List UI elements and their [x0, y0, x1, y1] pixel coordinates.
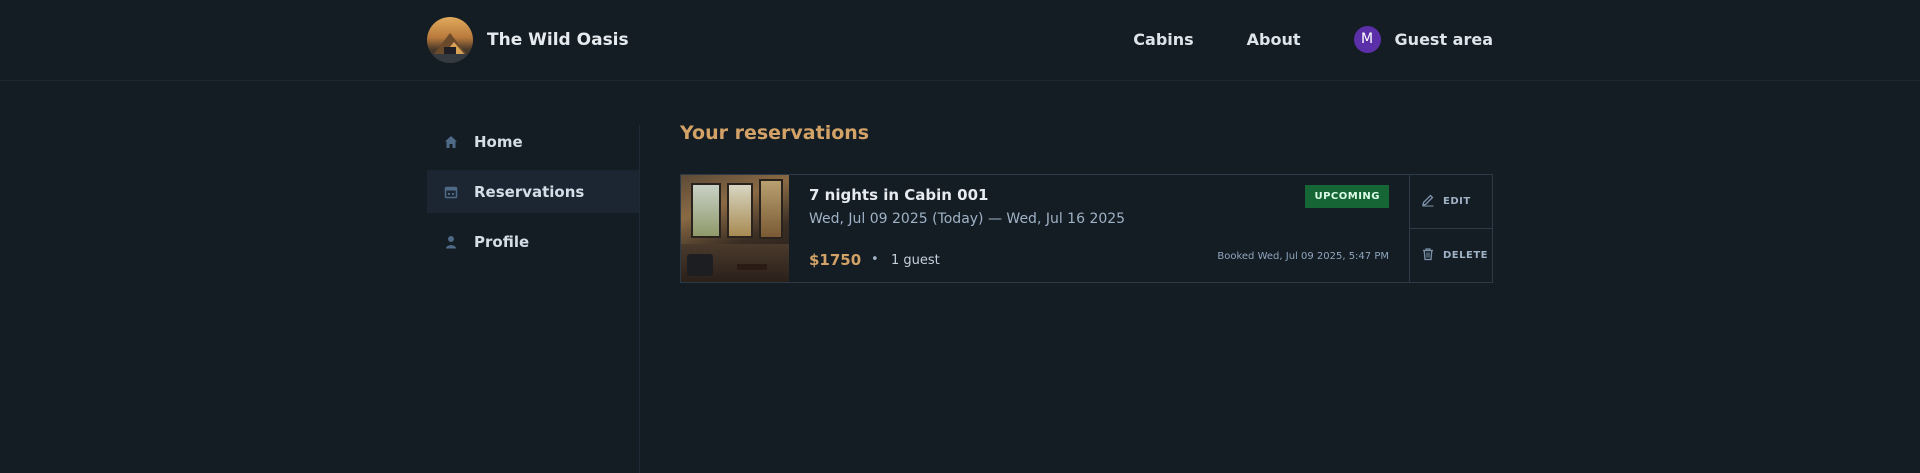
- nav-link-about[interactable]: About: [1247, 30, 1301, 49]
- edit-label: EDIT: [1443, 196, 1471, 207]
- sidebar-item-profile[interactable]: Profile: [427, 220, 639, 263]
- home-icon: [444, 135, 458, 149]
- separator-dot: •: [871, 252, 879, 267]
- sidebar-item-reservations[interactable]: Reservations: [427, 170, 639, 213]
- logo-image: [427, 17, 473, 63]
- reservation-title: 7 nights in Cabin 001: [809, 186, 989, 204]
- main-nav: Cabins About M Guest area: [1080, 24, 1493, 54]
- brand-logo-link[interactable]: The Wild Oasis: [427, 17, 629, 63]
- cabin-image: [681, 175, 789, 282]
- calendar-icon: [444, 185, 458, 199]
- trash-icon: [1421, 247, 1435, 264]
- delete-label: DELETE: [1443, 250, 1488, 261]
- guest-area-label: Guest area: [1394, 29, 1493, 49]
- sidebar-divider: [639, 125, 640, 473]
- reservation-card: 7 nights in Cabin 001 Wed, Jul 09 2025 (…: [680, 174, 1493, 283]
- sidebar-item-label: Home: [474, 132, 523, 151]
- sidebar: Home Reservations Profile: [427, 120, 639, 270]
- sidebar-item-label: Reservations: [474, 182, 585, 201]
- status-badge: UPCOMING: [1305, 185, 1389, 208]
- pencil-icon: [1421, 193, 1435, 210]
- reservation-actions: EDIT DELETE: [1409, 175, 1492, 282]
- user-icon: [444, 235, 458, 249]
- booked-timestamp: Booked Wed, Jul 09 2025, 5:47 PM: [1217, 251, 1389, 262]
- nav-link-cabins[interactable]: Cabins: [1133, 30, 1193, 49]
- reservation-details: 7 nights in Cabin 001 Wed, Jul 09 2025 (…: [789, 175, 1409, 282]
- reservation-guests: 1 guest: [891, 253, 940, 268]
- nav-link-guest-area[interactable]: M Guest area: [1353, 25, 1493, 53]
- brand-name: The Wild Oasis: [487, 30, 629, 50]
- edit-button[interactable]: EDIT: [1410, 175, 1492, 228]
- sidebar-item-label: Profile: [474, 232, 530, 251]
- reservation-price: $1750: [809, 251, 862, 269]
- main-content: Your reservations: [680, 122, 869, 144]
- page-title: Your reservations: [680, 122, 870, 144]
- site-header: The Wild Oasis Cabins About M Guest area: [0, 0, 1920, 81]
- sidebar-item-home[interactable]: Home: [427, 120, 639, 163]
- delete-button[interactable]: DELETE: [1410, 228, 1492, 282]
- avatar: M: [1353, 25, 1381, 53]
- reservation-dates: Wed, Jul 09 2025 (Today) — Wed, Jul 16 2…: [809, 211, 1126, 227]
